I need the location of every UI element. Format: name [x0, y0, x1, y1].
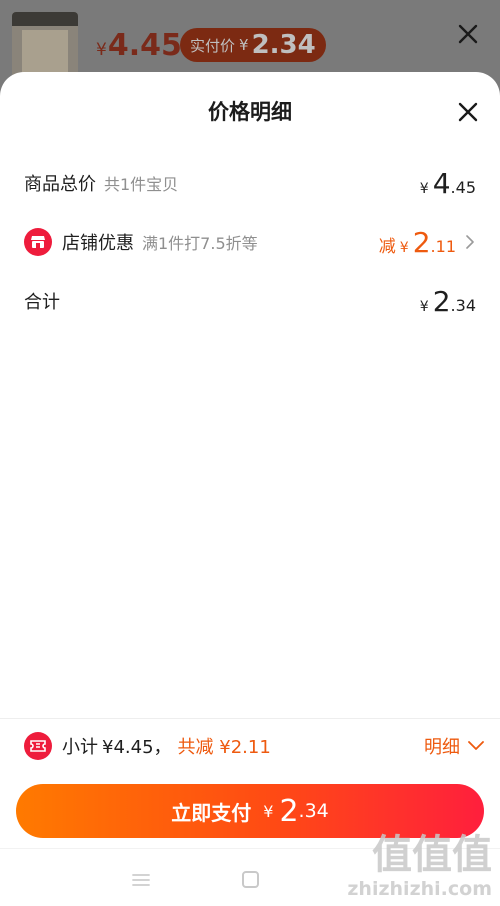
sum-amount: ¥2.34 — [419, 284, 476, 318]
shop-discount-amount: 减 ¥2.11 — [378, 225, 456, 259]
total-saved: 共减 ¥2.11 — [177, 737, 271, 758]
price-detail-sheet: 价格明细 商品总价 共1件宝贝 ¥4.45 店铺优惠 满1件打7.5折等 减 ¥2… — [0, 72, 500, 906]
product-thumbnail — [12, 12, 78, 78]
shop-icon — [24, 228, 52, 256]
actual-price-badge: 实付价 ¥ 2.34 — [180, 28, 326, 62]
sheet-title: 价格明细 — [208, 100, 292, 124]
shop-discount-row[interactable]: 店铺优惠 满1件打7.5折等 减 ¥2.11 — [24, 225, 476, 259]
chevron-down-icon — [468, 741, 484, 750]
close-icon[interactable] — [455, 99, 481, 125]
product-price: ¥4.45 — [96, 28, 182, 63]
divider — [0, 718, 500, 719]
watermark-logo: 值值值 — [372, 832, 492, 878]
chevron-right-icon — [466, 235, 474, 249]
coupon-icon — [24, 732, 52, 760]
menu-icon[interactable] — [132, 873, 150, 887]
close-icon[interactable] — [454, 20, 482, 48]
total-price-amount: ¥4.45 — [419, 166, 476, 200]
watermark: 值值值 zhizhizhi.com — [347, 822, 500, 906]
home-icon[interactable] — [242, 871, 259, 888]
total-price-row: 商品总价 共1件宝贝 ¥4.45 — [24, 166, 476, 200]
subtotal-bar: 小计 ¥4.45， 共减 ¥2.11 明细 — [24, 730, 484, 762]
detail-toggle[interactable]: 明细 — [424, 733, 484, 759]
subtotal-label: 小计 — [62, 737, 98, 758]
subtotal-value: ¥4.45， — [102, 737, 172, 758]
watermark-url: zhizhizhi.com — [347, 878, 492, 900]
sum-row: 合计 ¥2.34 — [24, 284, 476, 318]
